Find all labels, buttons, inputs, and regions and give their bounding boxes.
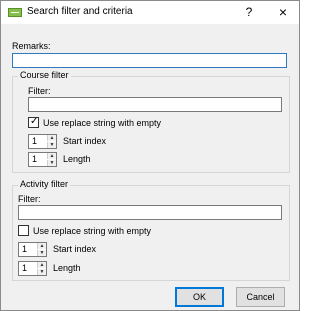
activity-filter-label: Filter: — [18, 194, 41, 204]
spin-down-icon[interactable]: ▼ — [47, 142, 56, 148]
course-filter-input[interactable] — [28, 97, 282, 112]
course-replace-checkbox[interactable]: ✓ — [28, 116, 39, 128]
dialog-window: Search filter and criteria ? × Remarks: … — [0, 0, 300, 311]
remarks-label: Remarks: — [12, 41, 51, 51]
close-button[interactable]: × — [273, 4, 293, 20]
activity-start-index-spinner[interactable]: 1 ▲ ▼ — [18, 242, 47, 257]
activity-length-label: Length — [53, 263, 81, 273]
app-icon — [8, 8, 22, 17]
course-filter-title: Course filter — [18, 70, 71, 80]
title-bar: Search filter and criteria ? × — [1, 1, 299, 24]
activity-length-value: 1 — [22, 263, 28, 273]
activity-replace-label: Use replace string with empty — [33, 226, 152, 236]
spin-down-icon[interactable]: ▼ — [37, 269, 46, 275]
course-start-index-value: 1 — [32, 136, 38, 146]
course-filter-label: Filter: — [28, 86, 51, 96]
course-filter-group: Course filter Filter: ✓ Use replace stri… — [12, 70, 290, 173]
course-length-value: 1 — [32, 154, 38, 164]
course-replace-label: Use replace string with empty — [43, 118, 162, 128]
activity-start-index-label: Start index — [53, 244, 97, 254]
spin-up-icon[interactable]: ▲ — [37, 262, 46, 268]
cancel-button[interactable]: Cancel — [236, 287, 285, 307]
spin-up-icon[interactable]: ▲ — [37, 243, 46, 249]
spin-down-icon[interactable]: ▼ — [37, 250, 46, 256]
course-length-spinner[interactable]: 1 ▲ ▼ — [28, 152, 57, 167]
remarks-input[interactable] — [12, 53, 287, 68]
activity-filter-title: Activity filter — [18, 179, 71, 189]
course-start-index-spinner[interactable]: 1 ▲ ▼ — [28, 134, 57, 149]
course-start-index-label: Start index — [63, 136, 107, 146]
activity-start-index-value: 1 — [22, 244, 28, 254]
check-icon: ✓ — [30, 116, 39, 127]
ok-button[interactable]: OK — [175, 287, 224, 307]
spin-up-icon[interactable]: ▲ — [47, 153, 56, 159]
course-length-label: Length — [63, 154, 91, 164]
activity-replace-checkbox[interactable] — [18, 225, 29, 236]
help-button[interactable]: ? — [239, 4, 259, 20]
activity-filter-group: Activity filter Filter: Use replace stri… — [12, 179, 290, 281]
dialog-title: Search filter and criteria — [27, 6, 133, 17]
activity-filter-input[interactable] — [18, 205, 282, 220]
spin-down-icon[interactable]: ▼ — [47, 160, 56, 166]
spin-up-icon[interactable]: ▲ — [47, 135, 56, 141]
activity-length-spinner[interactable]: 1 ▲ ▼ — [18, 261, 47, 276]
